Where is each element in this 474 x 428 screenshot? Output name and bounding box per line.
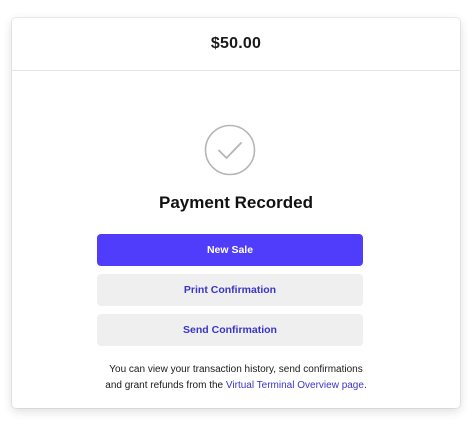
virtual-terminal-overview-link[interactable]: Virtual Terminal Overview page [226, 380, 364, 391]
payment-amount: $50.00 [210, 35, 262, 52]
card-header: $50.00 [12, 18, 460, 71]
send-confirmation-button[interactable]: Send Confirmation [97, 314, 363, 346]
payment-confirmation-card: $50.00 Payment Recorded New Sale Print C… [12, 18, 460, 408]
new-sale-label: New Sale [206, 244, 254, 256]
page-background: $50.00 Payment Recorded New Sale Print C… [0, 0, 474, 428]
footnote: You can view your transaction history, s… [12, 362, 460, 394]
footnote-line-2-suffix: . [363, 380, 367, 391]
print-confirmation-label: Print Confirmation [183, 284, 277, 296]
footnote-line-1: You can view your transaction history, s… [109, 364, 363, 375]
print-confirmation-button[interactable]: Print Confirmation [97, 274, 363, 306]
footnote-line-2-prefix: and grant refunds from the [105, 380, 224, 391]
send-confirmation-label: Send Confirmation [183, 324, 277, 336]
footnote-line-2: and grant refunds from the Virtual Termi… [12, 378, 460, 394]
new-sale-button[interactable]: New Sale [97, 234, 363, 266]
checkmark-circle-icon [204, 124, 256, 176]
status-title: Payment Recorded [159, 193, 313, 212]
